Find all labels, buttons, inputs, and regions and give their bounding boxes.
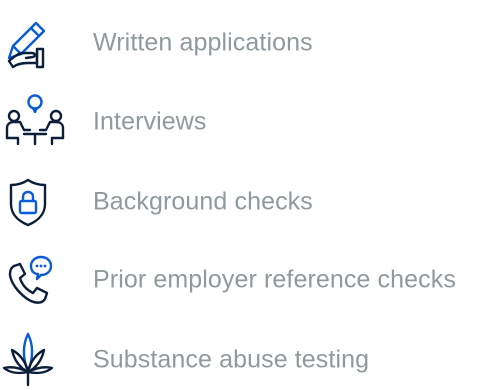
shield-lock-icon — [0, 172, 72, 232]
list-item-background-checks: Background checks — [0, 172, 477, 232]
hand-writing-pen-icon — [0, 13, 72, 73]
list-item-label: Background checks — [93, 187, 313, 216]
list-item-label: Written applications — [93, 28, 313, 57]
list-item-interviews: Interviews — [0, 92, 477, 152]
cannabis-leaf-icon — [0, 330, 72, 390]
phone-chat-icon — [0, 250, 72, 310]
list-item-substance-abuse-testing: Substance abuse testing — [0, 330, 477, 390]
list-item-written-applications: Written applications — [0, 13, 477, 73]
list-item-label: Substance abuse testing — [93, 345, 370, 374]
interview-people-icon — [0, 92, 72, 152]
screening-methods-list: Written applications Interviews Backgrou… — [0, 0, 477, 387]
list-item-label: Interviews — [93, 107, 207, 136]
list-item-prior-employer-reference-checks: Prior employer reference checks — [0, 250, 477, 310]
list-item-label: Prior employer reference checks — [93, 265, 456, 294]
